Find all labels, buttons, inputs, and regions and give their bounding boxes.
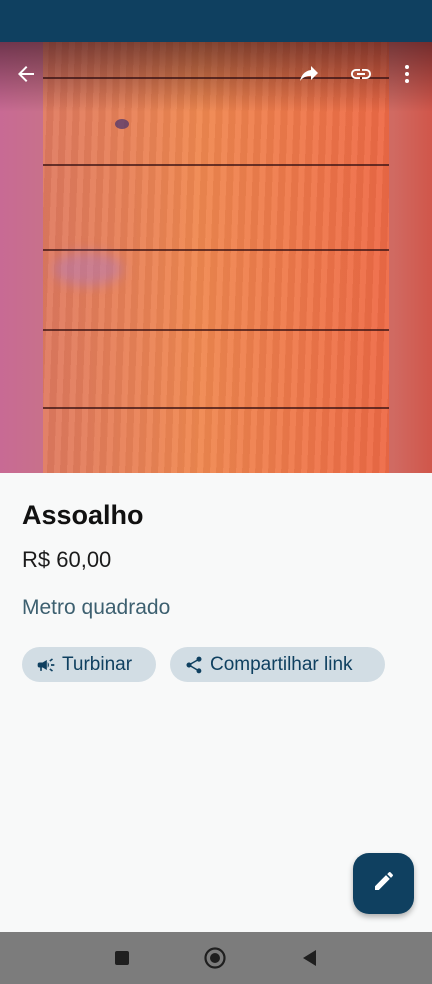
status-bar bbox=[0, 0, 432, 42]
wood-blotch bbox=[53, 252, 123, 286]
boost-button[interactable]: Turbinar bbox=[22, 647, 156, 682]
wood-knot bbox=[115, 119, 129, 129]
share-icon[interactable] bbox=[293, 58, 325, 90]
product-unit: Metro quadrado bbox=[22, 596, 171, 619]
share-link-button[interactable]: Compartilhar link bbox=[170, 647, 385, 682]
megaphone-icon bbox=[36, 655, 56, 675]
back-icon[interactable] bbox=[287, 932, 331, 984]
recents-icon[interactable] bbox=[100, 932, 144, 984]
product-price: R$ 60,00 bbox=[22, 547, 112, 572]
product-image[interactable] bbox=[0, 42, 432, 473]
edit-icon bbox=[372, 869, 396, 898]
more-vert-icon[interactable] bbox=[391, 58, 423, 90]
system-navigation-bar bbox=[0, 932, 432, 984]
edit-button[interactable] bbox=[353, 853, 414, 914]
product-title: Assoalho bbox=[22, 500, 144, 530]
link-icon[interactable] bbox=[345, 58, 377, 90]
home-icon[interactable] bbox=[193, 932, 237, 984]
share-nodes-icon bbox=[184, 655, 204, 675]
share-link-label: Compartilhar link bbox=[210, 653, 353, 675]
boost-label: Turbinar bbox=[62, 653, 133, 675]
arrow-back-icon[interactable] bbox=[10, 58, 42, 90]
